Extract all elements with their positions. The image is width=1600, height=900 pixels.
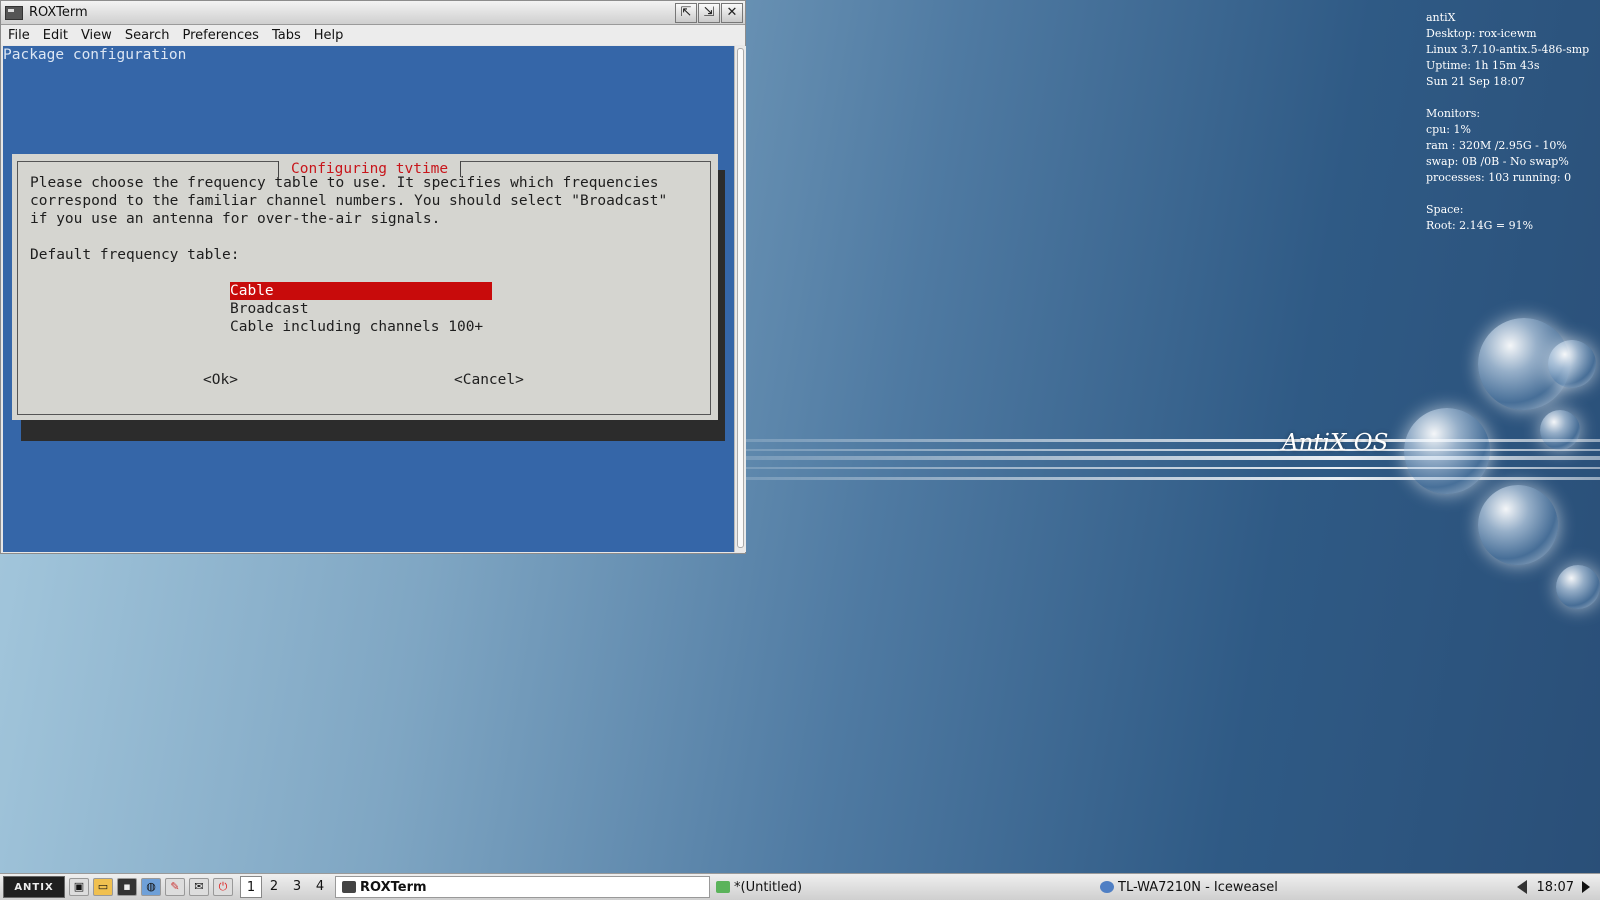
task-label: TL-WA7210N - Iceweasel [1118,879,1278,895]
conky-uptime: Uptime: 1h 15m 43s [1426,59,1540,72]
terminal-icon [342,881,356,893]
task-label: ROXTerm [360,879,427,895]
editor-icon [716,881,730,893]
ok-button[interactable]: <Ok> [203,372,238,388]
dialog-text-line: Please choose the frequency table to use… [30,175,659,191]
option-cable[interactable]: Cable [230,282,492,300]
show-desktop-icon[interactable]: ▣ [69,878,89,896]
menubar: File Edit View Search Preferences Tabs H… [1,25,745,45]
menu-file[interactable]: File [1,28,36,43]
terminal-scrollbar[interactable] [734,46,746,552]
conky-processes: processes: 103 running: 0 [1426,171,1572,184]
menu-preferences[interactable]: Preferences [175,28,264,43]
option-cable-100[interactable]: Cable including channels 100+ [230,318,492,336]
conky-ram: ram : 320M /2.95G - 10% [1426,139,1567,152]
editor-icon[interactable]: ✎ [165,878,185,896]
conky-date: Sun 21 Sep 18:07 [1426,75,1525,88]
workspace-2[interactable]: 2 [263,876,285,898]
menu-help[interactable]: Help [307,28,350,43]
minimize-button[interactable]: ⇱ [675,2,697,23]
conky-kernel: Linux 3.7.10-antix.5-486-smp [1426,43,1590,56]
conky-swap: swap: 0B /0B - No swap% [1426,155,1569,168]
debconf-dialog: Configuring tvtime Please choose the fre… [12,154,718,420]
start-button[interactable]: ANTIX [3,876,65,898]
tray-expand-icon[interactable] [1582,881,1590,893]
taskbar: ANTIX ▣ ▭ ▪ ◍ ✎ ✉ ⏻ 1 2 3 4 ROXTerm *(Un… [0,873,1600,900]
roxterm-window: ROXTerm ⇱ ⇲ ✕ File Edit View Search Pref… [0,0,746,554]
terminal-launcher-icon[interactable]: ▪ [117,878,137,896]
terminal-header: Package configuration [3,47,187,63]
conky-monitor: antiX Desktop: rox-icewm Linux 3.7.10-an… [1426,10,1589,234]
conky-desktop: Desktop: rox-icewm [1426,27,1537,40]
workspace-1[interactable]: 1 [240,876,262,898]
dialog-prompt: Default frequency table: [30,247,240,263]
menu-edit[interactable]: Edit [36,28,74,43]
close-button[interactable]: ✕ [721,2,743,23]
folder-icon[interactable]: ▭ [93,878,113,896]
conky-host: antiX [1426,11,1456,24]
maximize-button[interactable]: ⇲ [698,2,720,23]
tray-area: 18:07 [1507,880,1600,895]
menu-search[interactable]: Search [118,28,176,43]
terminal-area[interactable]: Package configuration Configuring tvtime… [3,46,734,552]
conky-space-label: Space: [1426,203,1464,216]
terminal-icon[interactable] [5,5,23,20]
wallpaper-logo: AntiX OS [1282,430,1389,456]
scrollbar-thumb[interactable] [737,48,744,548]
wallpaper-bubble [1404,408,1490,494]
task-label: *(Untitled) [734,879,803,895]
menu-view[interactable]: View [74,28,118,43]
workspace-4[interactable]: 4 [309,876,331,898]
power-icon[interactable]: ⏻ [213,878,233,896]
volume-icon[interactable] [1516,880,1527,894]
wallpaper-bubble [1540,410,1580,450]
wallpaper-bubble [1478,485,1558,565]
window-titlebar[interactable]: ROXTerm ⇱ ⇲ ✕ [1,1,745,25]
task-iceweasel[interactable]: TL-WA7210N - Iceweasel [1094,876,1474,898]
dialog-text-line: if you use an antenna for over-the-air s… [30,211,441,227]
wallpaper-bubble [1548,340,1596,388]
mail-icon[interactable]: ✉ [189,878,209,896]
cancel-button[interactable]: <Cancel> [454,372,524,388]
menu-tabs[interactable]: Tabs [265,28,307,43]
task-untitled[interactable]: *(Untitled) [710,876,1094,898]
conky-cpu: cpu: 1% [1426,123,1471,136]
task-roxterm[interactable]: ROXTerm [335,876,710,898]
window-title: ROXTerm [29,5,88,20]
wallpaper-bubble [1556,565,1600,609]
clock[interactable]: 18:07 [1537,880,1574,895]
workspace-3[interactable]: 3 [286,876,308,898]
dialog-text-line: correspond to the familiar channel numbe… [30,193,668,209]
conky-monitors-label: Monitors: [1426,107,1481,120]
conky-root: Root: 2.14G = 91% [1426,219,1534,232]
option-broadcast[interactable]: Broadcast [230,300,492,318]
browser-icon [1100,881,1114,893]
browser-icon[interactable]: ◍ [141,878,161,896]
